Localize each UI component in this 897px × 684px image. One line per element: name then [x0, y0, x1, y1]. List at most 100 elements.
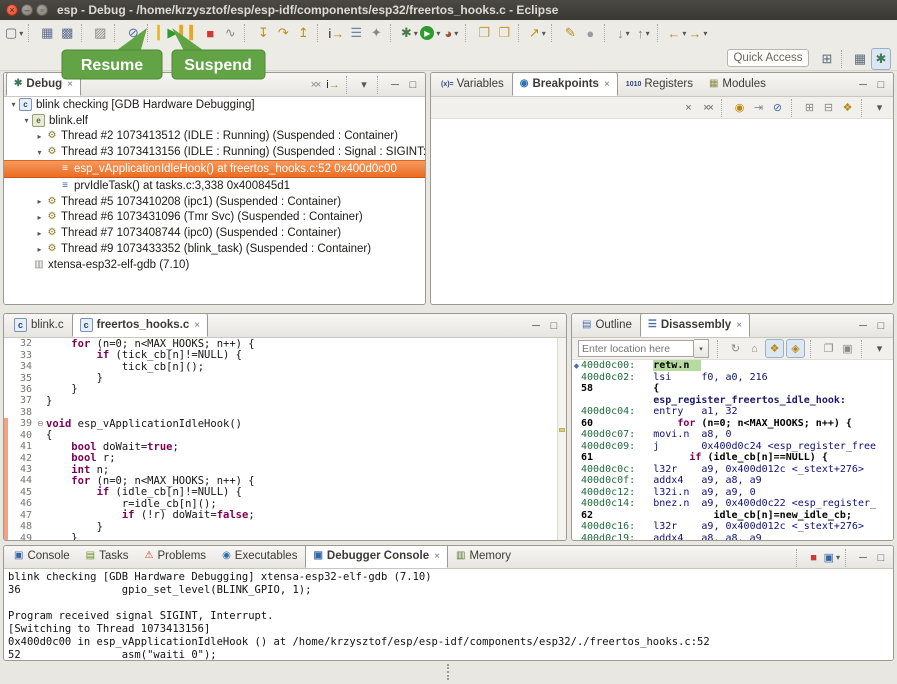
debug-tree-item[interactable]: ▾cblink checking [GDB Hardware Debugging… [4, 97, 425, 113]
step-return-icon[interactable]: ↥ [294, 23, 312, 43]
debug-tree-item[interactable]: ≡prvIdleTask() at tasks.c:3,338 0x400845… [4, 178, 425, 194]
debug-button-icon[interactable]: ✱▾ [400, 23, 418, 43]
code-line[interactable]: 35 } [4, 372, 566, 383]
console-tab-executables[interactable]: ◉Executables [214, 545, 305, 568]
maximize-icon[interactable]: □ [873, 549, 889, 566]
console-tab-tasks[interactable]: ▤Tasks [78, 545, 137, 568]
build-icon[interactable]: ▨ [91, 23, 109, 43]
disassembly-content[interactable]: ◆400d0c00: retw.n 400d0c02: lsi f0, a0, … [572, 360, 893, 541]
close-tab-icon[interactable]: × [434, 551, 440, 562]
maximize-icon[interactable]: □ [873, 76, 889, 93]
cpp-perspective-icon[interactable]: ▦ [851, 49, 869, 69]
code-line[interactable]: 34 tick_cb[n](); [4, 361, 566, 372]
open-perspective-icon[interactable]: ⊞ [818, 49, 836, 69]
expand-arrow-icon[interactable]: ▸ [34, 229, 45, 238]
disassembly-line[interactable]: 400d0c0c: l32r a9, 0x400d012c <_stext+27… [572, 464, 893, 476]
skip-all-breakpoints-icon[interactable]: ⊘ [769, 99, 786, 116]
expand-all-icon[interactable]: ⊞ [801, 99, 818, 116]
display-selected-console-dropdown-icon[interactable]: ▾ [836, 553, 840, 562]
code-line[interactable]: 33 if (tick_cb[n]!=NULL) { [4, 349, 566, 360]
suspend-icon[interactable]: ▍▍ [179, 23, 199, 43]
view-menu-icon[interactable]: ▾ [871, 340, 888, 357]
terminate-icon[interactable]: ■ [806, 549, 822, 566]
pin-view-icon[interactable]: ▣ [839, 340, 856, 357]
view-menu-icon[interactable]: ▾ [871, 99, 888, 116]
code-line[interactable]: 46 r=idle_cb[n](); [4, 498, 566, 509]
debug-tree-item[interactable]: ▾eblink.elf [4, 113, 425, 129]
location-input[interactable] [578, 340, 694, 357]
minimize-icon[interactable]: ─ [855, 76, 871, 93]
views-tab-breakpoints[interactable]: ◉Breakpoints× [512, 72, 618, 96]
back-dropdown-icon[interactable]: ▾ [682, 29, 686, 38]
back-icon[interactable]: ←▾ [667, 23, 686, 43]
disassembly-line[interactable]: esp_register_freertos_idle_hook: [572, 395, 893, 407]
disassembly-line[interactable]: 61 if (idle_cb[n]==NULL) { [572, 452, 893, 464]
code-line[interactable]: 44 for (n=0; n<MAX_HOOKS; n++) { [4, 475, 566, 486]
editor-content[interactable]: 32 for (n=0; n<MAX_HOOKS; n++) {33 if (t… [4, 338, 566, 541]
expand-arrow-icon[interactable]: ▸ [34, 197, 45, 206]
debug-tree-item[interactable]: ▸⚙Thread #7 1073408744 (ipc0) (Suspended… [4, 225, 425, 241]
views-tab-variables[interactable]: (x)=Variables [433, 72, 512, 96]
step-over-icon[interactable]: ↷ [274, 23, 292, 43]
debug-tree-item[interactable]: ▸⚙Thread #6 1073431096 (Tmr Svc) (Suspen… [4, 210, 425, 226]
collapse-arrow-icon[interactable]: ▾ [8, 100, 19, 109]
minimize-icon[interactable]: ─ [855, 549, 871, 566]
console-content[interactable]: blink checking [GDB Hardware Debugging] … [4, 569, 893, 661]
minimize-icon[interactable]: ─ [855, 317, 871, 334]
sash-handle[interactable] [447, 664, 452, 680]
view-menu-icon[interactable]: ▾ [356, 76, 372, 93]
disassembly-line[interactable]: 400d0c09: j 0x400d0c24 <esp_register_fre… [572, 441, 893, 453]
collapse-arrow-icon[interactable]: ▾ [21, 116, 32, 125]
debug-tree-item[interactable]: ▾⚙Thread #3 1073413156 (IDLE : Running) … [4, 144, 425, 160]
disassembly-line[interactable]: 400d0c04: entry a1, 32 [572, 406, 893, 418]
views-tab-registers[interactable]: 1010Registers [618, 72, 701, 96]
resume-icon[interactable]: ▎▶ [157, 23, 177, 43]
debug-tab-debug[interactable]: ✱Debug× [6, 72, 81, 96]
minimize-icon[interactable]: ─ [387, 76, 403, 93]
location-dropdown-icon[interactable]: ▾ [694, 339, 709, 358]
code-line[interactable]: 43 int n; [4, 464, 566, 475]
console-tab-problems[interactable]: ⚠Problems [137, 545, 215, 568]
save-icon[interactable]: ▦ [38, 23, 56, 43]
debug-tree-item[interactable]: ▸⚙Thread #2 1073413512 (IDLE : Running) … [4, 129, 425, 145]
forward-dropdown-icon[interactable]: ▾ [703, 29, 707, 38]
forward-icon[interactable]: →▾ [688, 23, 707, 43]
maximize-button[interactable]: ▫ [36, 4, 48, 16]
minimize-icon[interactable]: ─ [528, 317, 544, 334]
next-annotation-icon[interactable]: ↓▾ [614, 23, 632, 43]
maximize-icon[interactable]: □ [546, 317, 562, 334]
instruction-stepping-icon[interactable]: i→ [327, 23, 345, 43]
collapse-arrow-icon[interactable]: ▾ [34, 148, 45, 157]
quick-access-button[interactable]: Quick Access [727, 49, 809, 67]
disassembly-line[interactable]: 400d0c19: addx4 a8, a8, a9 [572, 533, 893, 542]
link-with-debug-view-icon[interactable]: ❖ [839, 99, 856, 116]
code-line[interactable]: 41 bool doWait=true; [4, 441, 566, 452]
disassembly-line[interactable]: 400d0c14: bnez.n a9, 0x400d0c22 <esp_reg… [572, 498, 893, 510]
console-tab-console[interactable]: ▣Console [6, 545, 78, 568]
run-button-icon[interactable]: ▶▾ [420, 23, 440, 43]
views-tab-disassembly[interactable]: ☰Disassembly× [640, 313, 750, 337]
editor-tab-blink-c[interactable]: cblink.c [6, 313, 72, 337]
disassembly-line[interactable]: 400d0c12: l32i.n a9, a9, 0 [572, 487, 893, 499]
close-tab-icon[interactable]: × [604, 79, 610, 90]
code-line[interactable]: 47 if (!r) doWait=false; [4, 510, 566, 521]
code-line[interactable]: 40{ [4, 430, 566, 441]
new-wizard-icon[interactable]: ▢▾ [5, 23, 23, 43]
refresh-icon[interactable]: ↻ [727, 340, 744, 357]
expand-arrow-icon[interactable]: ▸ [34, 132, 45, 141]
run-button-dropdown-icon[interactable]: ▾ [436, 29, 440, 38]
go-to-file-for-breakpoint-icon[interactable]: ⇥ [750, 99, 767, 116]
open-element-icon[interactable]: ❒ [475, 23, 493, 43]
code-line[interactable]: 48 } [4, 521, 566, 532]
code-line[interactable]: 42 bool r; [4, 452, 566, 463]
track-expression-icon[interactable]: ❖ [765, 339, 784, 358]
show-breakpoints-for-target-icon[interactable]: ◉ [731, 99, 748, 116]
code-line[interactable]: 32 for (n=0; n<MAX_HOOKS; n++) { [4, 338, 566, 349]
remove-breakpoint-icon[interactable]: × [680, 99, 697, 116]
views-tab-outline[interactable]: ▤Outline [574, 313, 640, 337]
use-step-filters-icon[interactable]: ☰ [347, 23, 365, 43]
close-tab-icon[interactable]: × [67, 79, 73, 90]
minimize-button[interactable]: – [21, 4, 33, 16]
code-line[interactable]: 38 [4, 407, 566, 418]
maximize-icon[interactable]: □ [405, 76, 421, 93]
